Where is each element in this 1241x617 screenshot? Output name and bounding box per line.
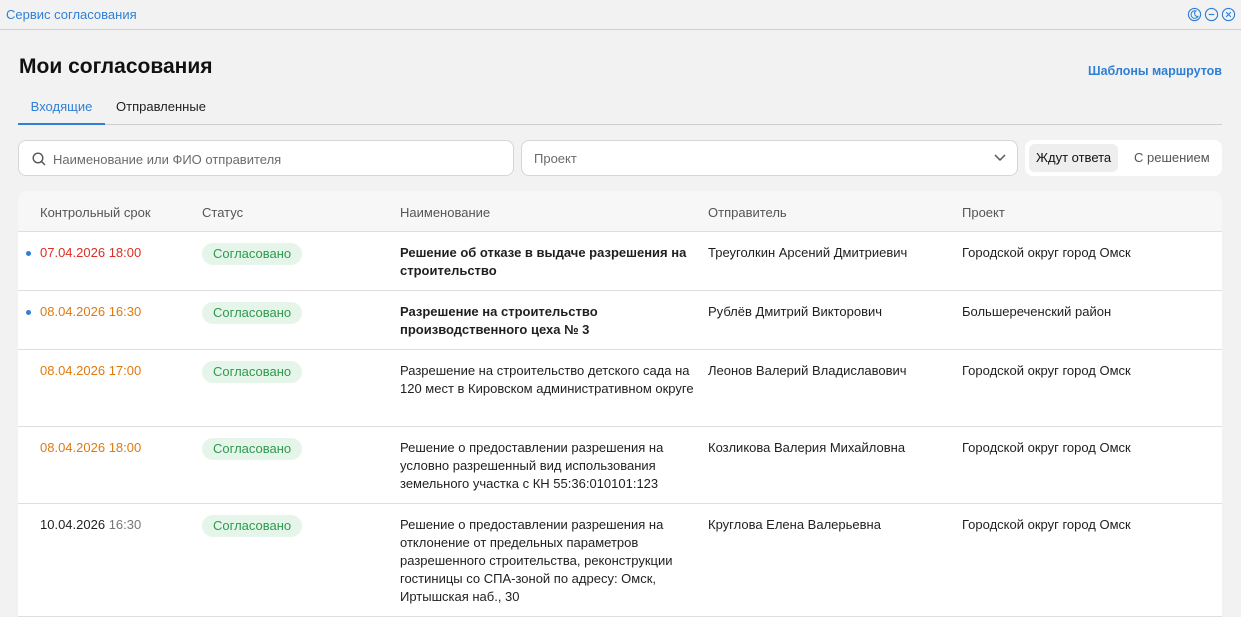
search-box[interactable]	[18, 140, 514, 176]
status-badge: Согласовано	[202, 515, 303, 537]
deadline: 08.04.2026 18:00	[40, 439, 141, 457]
document-name: Разрешение на строительство детского сад…	[400, 363, 694, 396]
tabs: Входящие Отправленные	[18, 93, 1222, 125]
close-icon[interactable]	[1221, 7, 1236, 22]
table-row[interactable]: 08.04.2026 18:00 Согласовано Решение о п…	[18, 427, 1222, 504]
status-badge: Согласовано	[202, 438, 303, 460]
project-name: Городской округ город Омск	[962, 517, 1131, 532]
window-controls	[1187, 7, 1236, 22]
title-bar: Сервис согласования	[0, 0, 1241, 30]
segment-awaiting[interactable]: Ждут ответа	[1029, 144, 1119, 172]
sender-name: Козликова Валерия Михайловна	[708, 440, 906, 455]
sender-name: Треуголкин Арсений Дмитриевич	[708, 245, 908, 260]
project-name: Большереченский район	[962, 304, 1112, 319]
deadline-date: 08.04.2026	[40, 440, 106, 455]
header-name[interactable]: Наименование	[400, 205, 490, 220]
app-title: Сервис согласования	[6, 7, 137, 22]
status-segment: Ждут ответа С решением	[1025, 140, 1222, 176]
deadline-date: 08.04.2026	[40, 304, 106, 319]
status-badge: Согласовано	[202, 243, 303, 265]
header-sender[interactable]: Отправитель	[708, 205, 787, 220]
minimize-icon[interactable]	[1204, 7, 1219, 22]
sender-name: Рублёв Дмитрий Викторович	[708, 304, 883, 319]
deadline: 08.04.2026 17:00	[40, 362, 141, 380]
table-header: Контрольный срок Статус Наименование Отп…	[18, 191, 1222, 232]
deadline: 08.04.2026 16:30	[40, 303, 141, 321]
project-placeholder: Проект	[534, 151, 577, 166]
tab-sent[interactable]: Отправленные	[116, 99, 206, 125]
deadline-time: 18:00	[108, 440, 142, 455]
chevron-down-icon	[994, 154, 1006, 162]
page-title: Мои согласования	[19, 55, 213, 78]
sender-name: Леонов Валерий Владиславович	[708, 363, 907, 378]
header-deadline[interactable]: Контрольный срок	[40, 205, 151, 220]
document-name: Решение о предоставлении разрешения на у…	[400, 440, 664, 491]
table-row[interactable]: 10.04.2026 16:30 Согласовано Решение о п…	[18, 504, 1222, 617]
deadline-date: 10.04.2026	[40, 517, 106, 532]
deadline-time: 16:30	[108, 517, 142, 532]
table-row[interactable]: 07.04.2026 18:00 Согласовано Решение об …	[18, 232, 1222, 291]
moon-icon[interactable]	[1187, 7, 1202, 22]
project-name: Городской округ город Омск	[962, 245, 1131, 260]
document-name: Разрешение на строительство производстве…	[400, 304, 598, 337]
deadline: 07.04.2026 18:00	[40, 244, 141, 262]
project-name: Городской округ город Омск	[962, 363, 1131, 378]
deadline-time: 17:00	[108, 363, 142, 378]
deadline-date: 08.04.2026	[40, 363, 106, 378]
header-status[interactable]: Статус	[202, 205, 243, 220]
deadline-time: 18:00	[108, 245, 142, 260]
deadline-date: 07.04.2026	[40, 245, 106, 260]
status-badge: Согласовано	[202, 302, 303, 324]
approvals-table: Контрольный срок Статус Наименование Отп…	[18, 191, 1222, 617]
table-row[interactable]: 08.04.2026 16:30 Согласовано Разрешение …	[18, 291, 1222, 350]
tab-incoming[interactable]: Входящие	[18, 99, 105, 125]
search-icon	[32, 152, 46, 166]
deadline: 10.04.2026 16:30	[40, 516, 141, 534]
project-name: Городской округ город Омск	[962, 440, 1131, 455]
sender-name: Круглова Елена Валерьевна	[708, 517, 881, 532]
project-select[interactable]: Проект	[521, 140, 1018, 176]
status-badge: Согласовано	[202, 361, 303, 383]
segment-decided[interactable]: С решением	[1127, 144, 1217, 172]
document-name: Решение об отказе в выдаче разрешения на…	[400, 245, 687, 278]
deadline-time: 16:30	[108, 304, 142, 319]
unread-indicator	[26, 251, 31, 256]
route-templates-link[interactable]: Шаблоны маршрутов	[1088, 64, 1222, 78]
unread-indicator	[26, 310, 31, 315]
table-row[interactable]: 08.04.2026 17:00 Согласовано Разрешение …	[18, 350, 1222, 427]
document-name: Решение о предоставлении разрешения на о…	[400, 517, 673, 604]
search-input[interactable]	[53, 149, 493, 169]
header-project[interactable]: Проект	[962, 205, 1005, 220]
